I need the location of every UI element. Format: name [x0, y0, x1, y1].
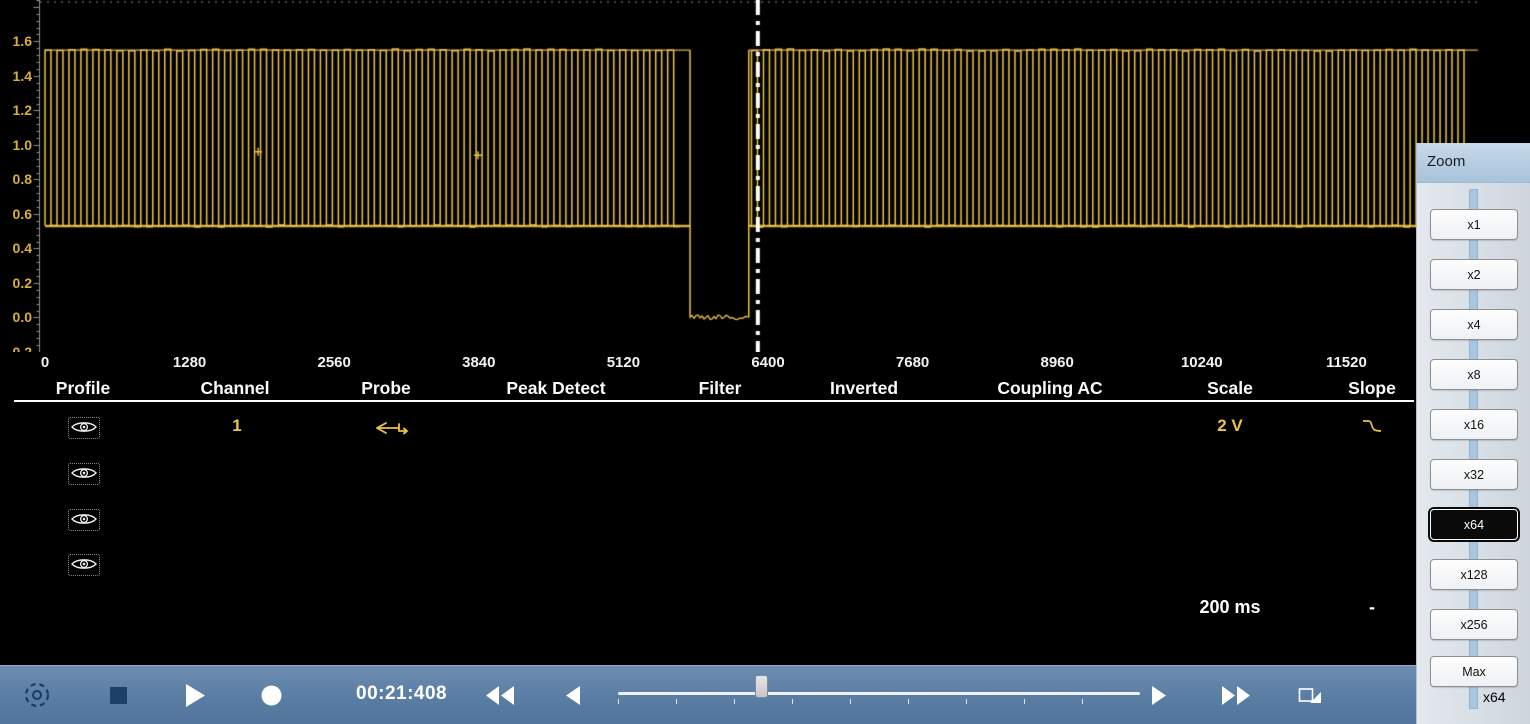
col-inverted: Inverted [830, 378, 898, 399]
fast-forward-button[interactable] [1222, 686, 1250, 705]
scope-canvas[interactable] [0, 0, 1530, 352]
record-button[interactable] [261, 685, 282, 706]
rewind-icon [486, 686, 514, 705]
stop-button[interactable] [110, 687, 127, 704]
channel4-visibility-button[interactable] [68, 554, 100, 576]
channel-number[interactable]: 1 [232, 416, 241, 436]
y-tick-label: 1.6 [0, 32, 32, 50]
transport-bar: 00:21:408 [0, 665, 1530, 724]
zoom-panel-title: Zoom [1427, 153, 1465, 170]
channel-row-2 [0, 460, 1416, 490]
y-tick-label: 0.0 [0, 308, 32, 326]
snapshot-button[interactable] [1298, 685, 1322, 705]
elapsed-time: 00:21:408 [356, 683, 447, 705]
channel-row-4 [0, 551, 1416, 581]
col-probe: Probe [361, 378, 411, 399]
seek-slider-handle[interactable] [755, 675, 768, 698]
oscilloscope-app: 1.6 1.4 1.2 1.0 0.8 0.6 0.4 0.2 0.0 -0.2… [0, 0, 1530, 724]
y-tick-label: 0.4 [0, 239, 32, 257]
y-tick-label: 0.2 [0, 274, 32, 292]
play-button[interactable] [186, 684, 206, 707]
zoom-x32-button[interactable]: x32 [1430, 459, 1518, 490]
play-icon [186, 684, 206, 707]
step-forward-icon [1152, 686, 1167, 705]
fast-forward-icon [1222, 686, 1250, 705]
y-tick-label: 1.0 [0, 136, 32, 154]
x-tick-label: 0 [41, 354, 49, 371]
zoom-x64-button[interactable]: x64 [1430, 509, 1518, 540]
eye-icon [71, 419, 97, 435]
x-tick-label: 8960 [1041, 354, 1074, 371]
zoom-x4-button[interactable]: x4 [1430, 309, 1518, 340]
col-filter: Filter [699, 378, 742, 399]
step-back-button[interactable] [566, 686, 581, 705]
channel3-visibility-button[interactable] [68, 509, 100, 531]
y-tick-label: 0.6 [0, 205, 32, 223]
slope-empty-dash: - [1369, 597, 1375, 618]
x-tick-label: 5120 [607, 354, 640, 371]
col-peak-detect: Peak Detect [506, 378, 605, 399]
channel1-visibility-button[interactable] [68, 417, 100, 439]
y-tick-label: 1.4 [0, 67, 32, 85]
eye-icon [71, 556, 97, 572]
rewind-button[interactable] [486, 686, 514, 705]
seek-tick-marks [618, 699, 1140, 704]
channel-row-1: 1 2 V [0, 414, 1416, 444]
col-profile: Profile [56, 378, 110, 399]
x-tick-label: 6400 [751, 354, 784, 371]
capture-button[interactable] [22, 680, 52, 710]
zoom-panel-header: Zoom [1417, 143, 1530, 183]
slope-setting[interactable] [1362, 418, 1382, 439]
capture-icon [22, 680, 52, 710]
zoom-x1-button[interactable]: x1 [1430, 209, 1518, 240]
x-tick-label: 1280 [173, 354, 206, 371]
x-tick-label: 7680 [896, 354, 929, 371]
scope-display: 1.6 1.4 1.2 1.0 0.8 0.6 0.4 0.2 0.0 -0.2 [0, 0, 1530, 352]
step-back-icon [566, 686, 581, 705]
eye-icon [71, 465, 97, 481]
zoom-level-label: x64 [1483, 689, 1506, 705]
snapshot-icon [1298, 685, 1322, 705]
zoom-x2-button[interactable]: x2 [1430, 259, 1518, 290]
table-divider [14, 400, 1414, 402]
seek-slider-track[interactable] [618, 692, 1140, 695]
y-tick-label: -0.2 [0, 343, 32, 352]
y-tick-label: 0.8 [0, 170, 32, 188]
x-tick-label: 2560 [318, 354, 351, 371]
zoom-x16-button[interactable]: x16 [1430, 409, 1518, 440]
record-icon [261, 685, 282, 706]
y-tick-label: 1.2 [0, 101, 32, 119]
col-coupling-ac: Coupling AC [997, 378, 1102, 399]
zoom-x128-button[interactable]: x128 [1430, 559, 1518, 590]
channel-scale[interactable]: 2 V [1217, 416, 1243, 436]
zoom-x8-button[interactable]: x8 [1430, 359, 1518, 390]
time-axis: 0 1280 2560 3840 5120 6400 7680 8960 102… [0, 352, 1530, 376]
step-forward-button[interactable] [1152, 686, 1167, 705]
x-tick-label: 3840 [462, 354, 495, 371]
zoom-panel: Zoom x1 x2 x4 x8 x16 x32 x64 x128 x256 M… [1416, 143, 1530, 724]
timebase-value: 200 ms [1199, 597, 1260, 618]
channel-row-3 [0, 506, 1416, 536]
zoom-max-button[interactable]: Max [1430, 656, 1518, 687]
x-tick-label: 10240 [1181, 354, 1223, 371]
channel2-visibility-button[interactable] [68, 463, 100, 485]
x-tick-label: 11520 [1326, 354, 1367, 371]
eye-icon [71, 511, 97, 527]
col-channel: Channel [200, 378, 269, 399]
probe-setting[interactable] [363, 420, 409, 441]
col-slope: Slope [1348, 378, 1396, 399]
channels-table: Profile Channel Probe Peak Detect Filter… [0, 376, 1530, 665]
col-scale: Scale [1207, 378, 1253, 399]
falling-edge-icon [1362, 418, 1382, 434]
probe-attenuation-icon [363, 420, 409, 436]
zoom-x256-button[interactable]: x256 [1430, 609, 1518, 640]
